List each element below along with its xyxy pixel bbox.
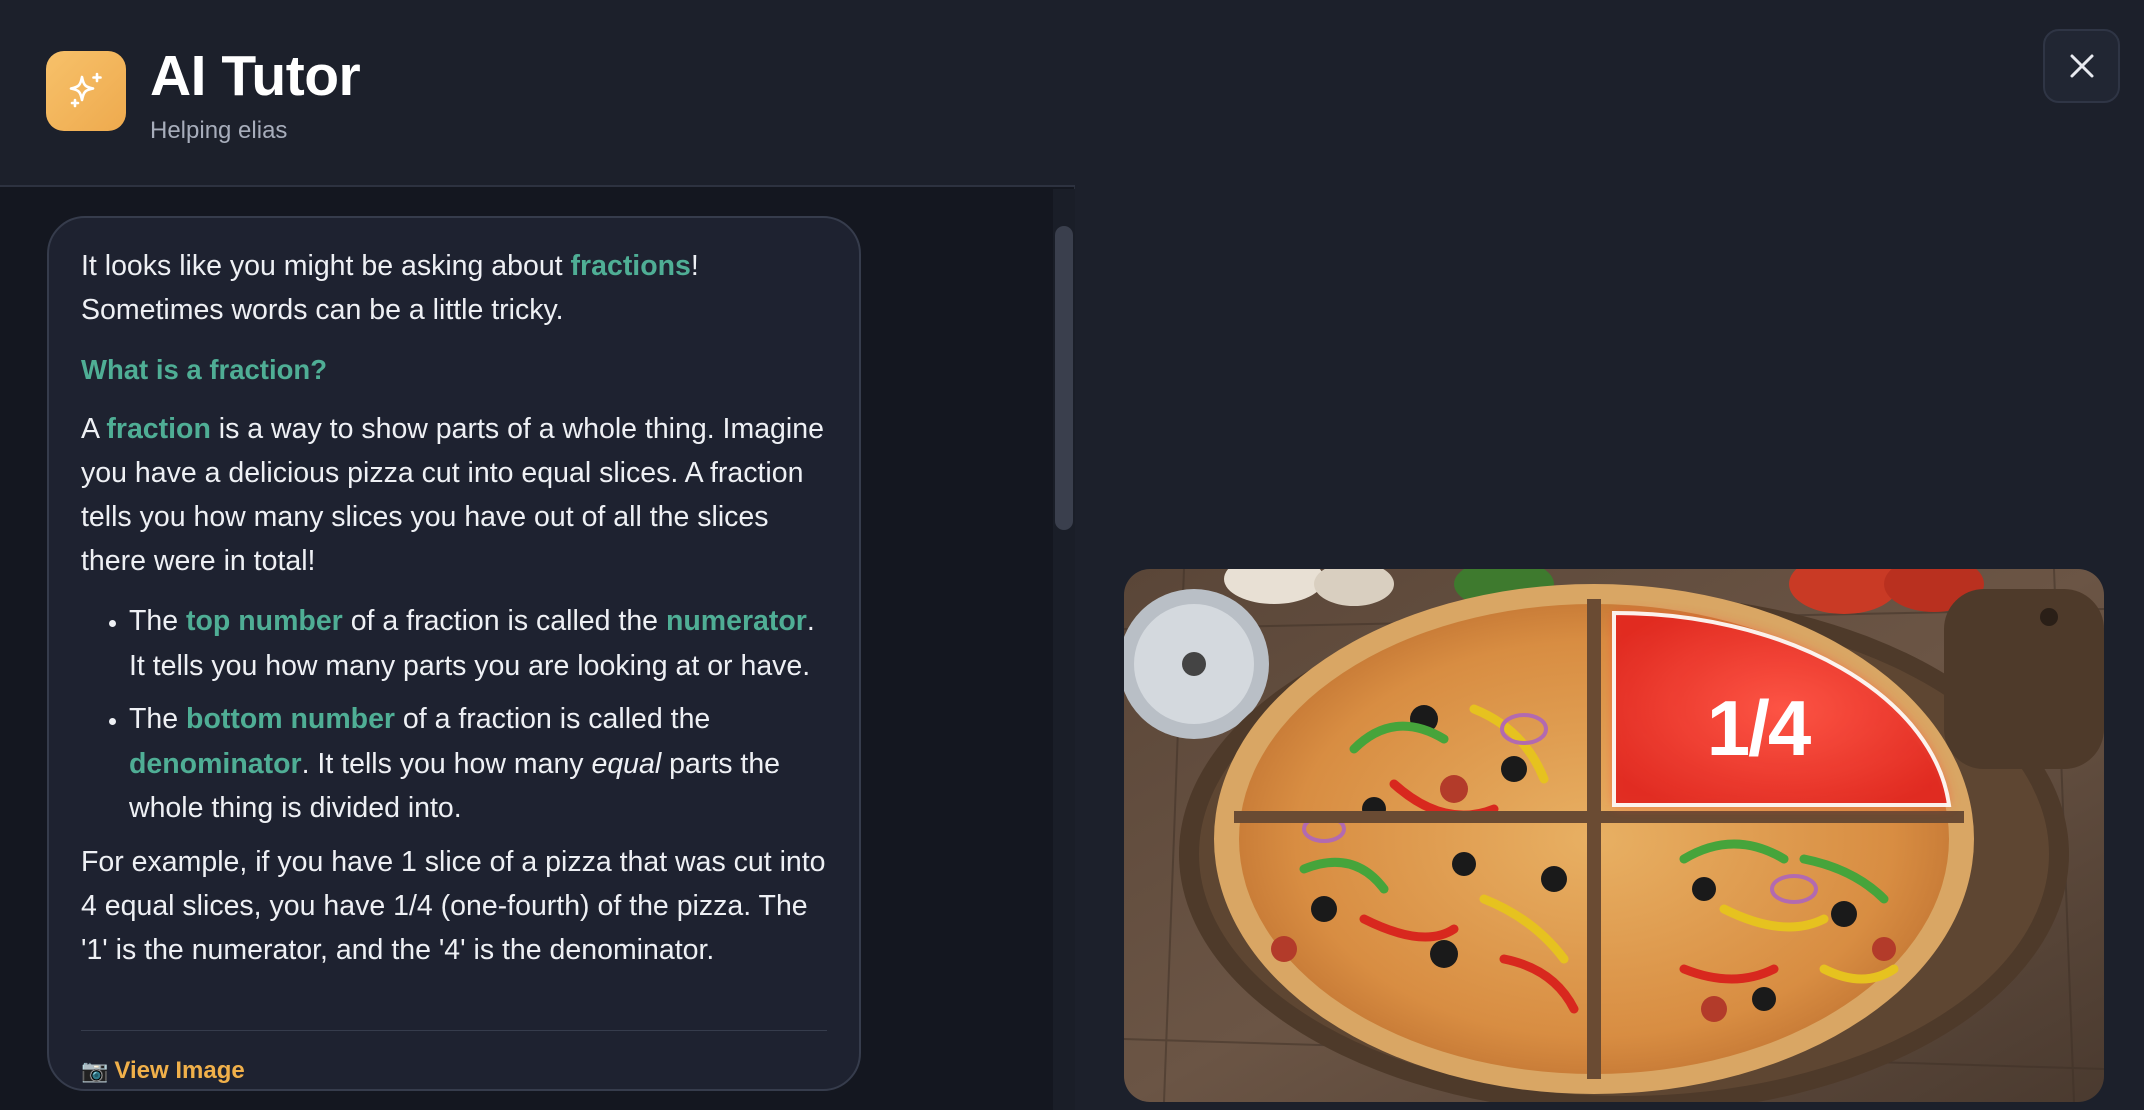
def-text-a: A <box>81 413 107 445</box>
bullet-text: of a fraction is called the <box>342 605 666 637</box>
sparkle-icon <box>46 51 126 131</box>
highlight-bottom-number: bottom number <box>186 703 396 735</box>
example-paragraph: For example, if you have 1 slice of a pi… <box>81 845 826 966</box>
intro-punct: ! <box>690 250 699 282</box>
definition-paragraph: A fraction is a way to show parts of a w… <box>81 407 827 583</box>
highlight-top-number: top number <box>186 605 343 637</box>
divider <box>81 1030 827 1031</box>
close-button[interactable] <box>2043 29 2120 103</box>
intro-line-2: Sometimes words can be a little tricky. <box>81 294 564 326</box>
bullet-text: The <box>129 605 187 637</box>
fraction-label: 1/4 <box>1707 684 1811 772</box>
bullet-list: The top number of a fraction is called t… <box>81 599 827 831</box>
highlight-numerator: numerator <box>665 605 807 637</box>
list-item: The bottom number of a fraction is calle… <box>129 697 827 831</box>
bullet-text: The <box>129 703 187 735</box>
bullet-text: . It tells you how many <box>301 747 592 780</box>
scrollbar-thumb[interactable] <box>1055 226 1073 530</box>
intro-paragraph: It looks like you might be asking about … <box>81 244 827 332</box>
app-subtitle: Helping elias <box>150 117 288 144</box>
highlight-fraction: fraction <box>106 413 211 445</box>
view-image-link[interactable]: 📷 View Image <box>81 1056 245 1086</box>
tutor-header: AI Tutor Helping elias <box>0 0 1075 187</box>
close-icon <box>2070 54 2093 78</box>
tutor-panel: AI Tutor Helping elias It looks like you… <box>0 0 1075 1110</box>
camera-icon: 📷 <box>81 1058 109 1083</box>
highlight-fractions: fractions <box>570 250 691 282</box>
chat-area[interactable]: It looks like you might be asking about … <box>0 189 1053 1110</box>
bullet-text: of a fraction is called the <box>395 703 711 735</box>
view-image-label: View Image <box>114 1057 245 1084</box>
emphasis-equal: equal <box>591 747 662 780</box>
pizza-image[interactable]: 1/4 <box>1124 569 2104 1102</box>
intro-text: It looks like you might be asking about <box>81 250 571 282</box>
tutor-message: It looks like you might be asking about … <box>47 216 861 1091</box>
list-item: The top number of a fraction is called t… <box>129 599 827 688</box>
highlight-denominator: denominator <box>129 747 302 780</box>
app-title: AI Tutor <box>150 44 361 108</box>
section-heading: What is a fraction? <box>81 354 327 385</box>
